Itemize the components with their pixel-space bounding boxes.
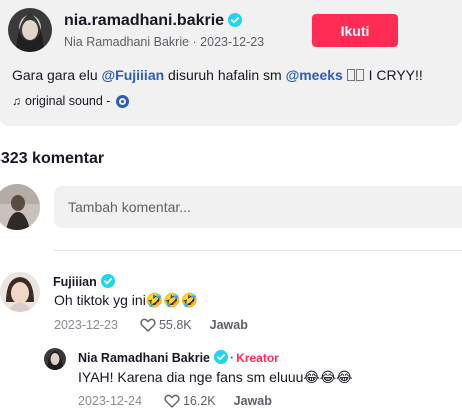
like-heart-icon[interactable] <box>164 394 180 408</box>
subline-separator: · <box>189 35 201 49</box>
comments-divider <box>54 250 462 251</box>
caption-mention-link[interactable]: @meeks <box>286 67 343 83</box>
author-avatar[interactable] <box>8 8 52 52</box>
post-caption: Gara gara elu @Fujiiian disuruh hafalin … <box>12 67 423 83</box>
reply-username-text[interactable]: Nia Ramadhani Bakrie <box>78 351 210 365</box>
caption-text: disuruh hafalin sm <box>164 67 286 83</box>
like-count: 16.2K <box>182 394 216 408</box>
commenter-avatar-image <box>0 272 40 312</box>
caption-text: I CRYY!! <box>364 67 423 83</box>
comment-username-text[interactable]: Fujiiian <box>53 275 97 289</box>
comment-date: 2023-12-23 <box>54 318 118 332</box>
comment-username[interactable]: Fujiiian <box>53 274 115 289</box>
reply-meta: 2023-12-24 16.2K Jawab <box>78 394 272 408</box>
missing-glyph-icon <box>355 69 364 81</box>
creator-badge: Kreator <box>236 351 279 365</box>
current-user-avatar <box>0 184 40 230</box>
music-link[interactable]: ♫ original sound - <box>12 94 130 108</box>
comment-text: Oh tiktok yg ini🤣🤣🤣 <box>54 292 199 308</box>
reply-button[interactable]: Jawab <box>234 394 272 408</box>
author-display-name: Nia Ramadhani Bakrie <box>64 35 190 49</box>
author-avatar-image <box>8 8 52 52</box>
reply-username[interactable]: Nia Ramadhani Bakrie · Kreator <box>78 350 279 365</box>
missing-glyph-icon <box>346 69 355 81</box>
follow-button[interactable]: Ikuti <box>312 14 398 47</box>
verified-badge-icon <box>214 350 228 364</box>
music-disc-icon[interactable] <box>116 94 130 108</box>
post-date: 2023-12-23 <box>200 35 265 49</box>
caption-mention-link[interactable]: @Fujiiian <box>102 67 165 83</box>
author-username[interactable]: nia.ramadhani.bakrie <box>64 12 243 30</box>
caption-text: Gara gara elu <box>12 67 102 83</box>
verified-badge-icon <box>228 13 243 27</box>
comment-meta: 2023-12-23 55.8K Jawab <box>54 318 248 332</box>
post-info-card: nia.ramadhani.bakrie Nia Ramadhani Bakri… <box>0 0 462 126</box>
author-subline: Nia Ramadhani Bakrie · 2023-12-23 <box>64 35 264 49</box>
reply-button[interactable]: Jawab <box>210 318 248 332</box>
reply-date: 2023-12-24 <box>78 394 142 408</box>
current-user-avatar-image <box>0 184 40 230</box>
music-note-icon: ♫ <box>12 94 21 108</box>
reply-text: IYAH! Karena dia nge fans sm eluuu😂😂😂 <box>78 369 353 385</box>
like-heart-icon[interactable] <box>140 318 156 332</box>
like-count: 55.8K <box>158 318 192 332</box>
comment-count-heading: 3323 komentar <box>0 150 105 167</box>
music-label[interactable]: original sound - <box>25 94 110 108</box>
comment-input[interactable] <box>54 186 462 228</box>
creator-separator: · <box>230 351 235 365</box>
reply-avatar[interactable] <box>44 348 66 370</box>
verified-badge-icon <box>100 274 115 288</box>
commenter-avatar[interactable] <box>0 272 40 312</box>
author-username-text[interactable]: nia.ramadhani.bakrie <box>64 12 224 29</box>
reply-avatar-image <box>44 348 66 370</box>
